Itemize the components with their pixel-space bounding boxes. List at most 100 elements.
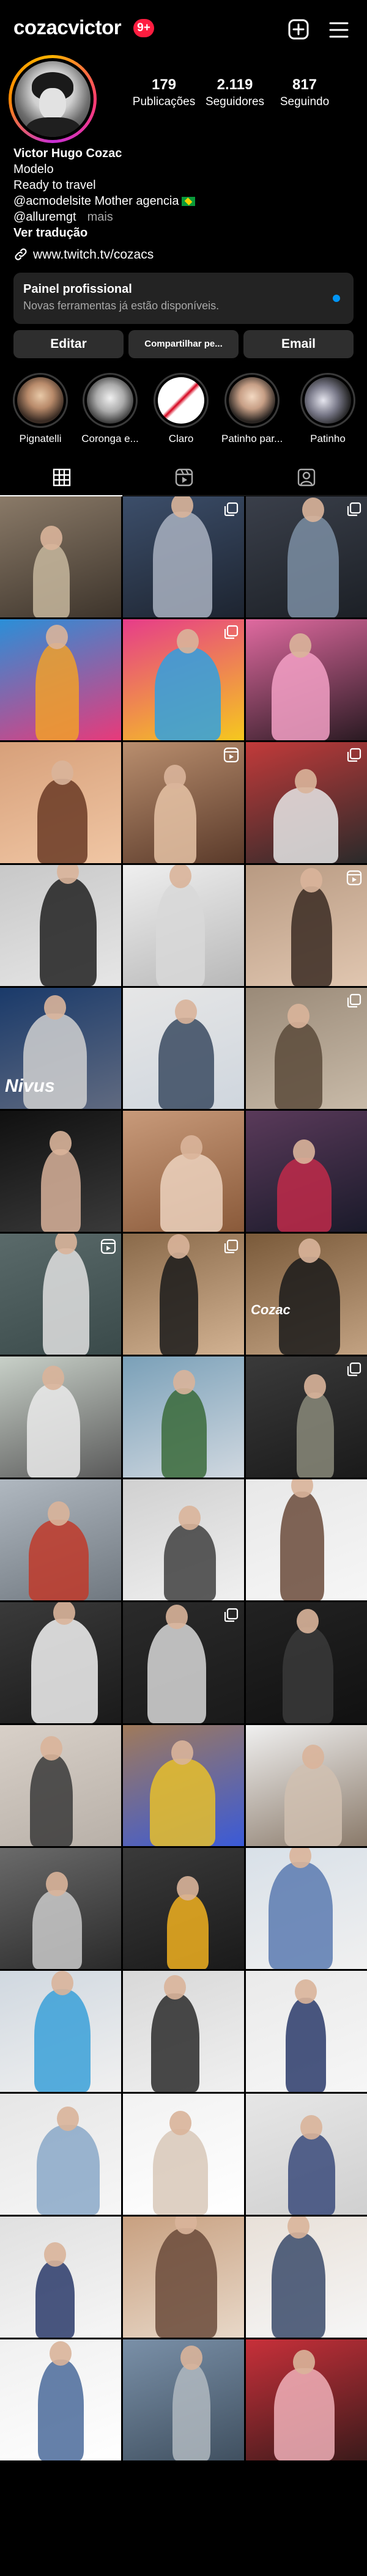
post-subject [147, 1623, 206, 1723]
post-subject-head [180, 2346, 202, 2370]
edit-profile-button[interactable]: Editar [13, 330, 124, 358]
post-thumbnail[interactable] [123, 742, 244, 863]
post-thumbnail[interactable] [0, 2217, 121, 2338]
profile-link[interactable]: www.twitch.tv/cozacs [13, 247, 154, 262]
post-thumbnail[interactable] [0, 619, 121, 740]
bio-mention-mgt[interactable]: @alluremgt [13, 210, 76, 224]
link-icon [15, 248, 27, 260]
post-subject [272, 2232, 325, 2338]
stat-following[interactable]: 817 Seguindo [268, 76, 341, 109]
highlight-item[interactable]: Coronga e... [80, 373, 141, 445]
professional-dashboard[interactable]: Painel profissional Novas ferramentas já… [13, 273, 354, 324]
post-thumbnail[interactable] [0, 1234, 121, 1355]
post-thumbnail[interactable] [123, 1602, 244, 1723]
highlight-item[interactable]: Pignatelli [10, 373, 71, 445]
post-thumbnail[interactable] [123, 1111, 244, 1232]
post-thumbnail[interactable] [246, 1725, 367, 1846]
post-thumbnail[interactable] [246, 1602, 367, 1723]
post-thumbnail[interactable] [246, 2339, 367, 2460]
post-thumbnail[interactable] [0, 1602, 121, 1723]
post-subject-head [289, 633, 311, 658]
post-thumbnail[interactable] [0, 1479, 121, 1600]
post-subject [26, 1384, 80, 1478]
post-thumbnail[interactable] [123, 619, 244, 740]
post-subject [34, 1989, 91, 2092]
post-subject-head [175, 999, 197, 1024]
post-thumbnail[interactable]: Cozac [246, 1234, 367, 1355]
stat-followers[interactable]: 2.119 Seguidores [198, 76, 272, 109]
post-thumbnail[interactable] [246, 865, 367, 986]
post-thumbnail[interactable] [246, 1111, 367, 1232]
stat-posts[interactable]: 179 Publicações [127, 76, 201, 109]
bio: Victor Hugo Cozac Modelo Ready to travel… [13, 145, 356, 241]
profile-tabs [0, 460, 367, 496]
post-thumbnail[interactable] [123, 1479, 244, 1600]
post-thumbnail[interactable] [123, 1848, 244, 1969]
post-thumbnail[interactable] [246, 2217, 367, 2338]
post-thumbnail[interactable] [123, 1971, 244, 2092]
post-thumbnail[interactable] [246, 1356, 367, 1478]
plus-square-icon[interactable] [287, 18, 310, 40]
highlight-label: Patinho par... [221, 433, 283, 444]
post-subject [37, 2360, 84, 2460]
post-thumbnail[interactable] [246, 1971, 367, 2092]
post-subject-head [168, 1234, 190, 1259]
carousel-icon [347, 502, 361, 517]
post-subject-head [179, 1506, 201, 1530]
translate-link[interactable]: Ver tradução [13, 225, 356, 241]
bio-more-link[interactable]: mais [87, 210, 113, 224]
tab-posts-grid[interactable] [0, 460, 122, 496]
post-thumbnail[interactable] [0, 2339, 121, 2460]
post-subject-head [46, 1872, 68, 1896]
post-thumbnail[interactable] [0, 1971, 121, 2092]
post-thumbnail[interactable] [246, 1848, 367, 1969]
tab-reels[interactable] [122, 460, 245, 495]
post-subject-head [300, 868, 322, 892]
post-thumbnail[interactable] [123, 1234, 244, 1355]
post-subject [156, 882, 205, 986]
post-thumbnail[interactable] [123, 2094, 244, 2215]
post-subject-head [300, 2115, 322, 2140]
highlight-item[interactable]: Patinho par... [221, 373, 283, 445]
post-subject [29, 1520, 89, 1600]
share-profile-button[interactable]: Compartilhar pe... [128, 330, 239, 358]
post-subject-head [173, 1370, 195, 1394]
post-thumbnail[interactable] [123, 1725, 244, 1846]
post-thumbnail[interactable] [0, 742, 121, 863]
post-thumbnail[interactable] [0, 1111, 121, 1232]
post-thumbnail[interactable] [123, 2217, 244, 2338]
post-thumbnail[interactable] [246, 619, 367, 740]
post-thumbnail[interactable]: Nivus [0, 988, 121, 1109]
post-thumbnail[interactable] [123, 1356, 244, 1478]
post-thumbnail[interactable] [123, 988, 244, 1109]
post-thumbnail[interactable] [246, 496, 367, 617]
username[interactable]: cozacvictor [13, 16, 122, 39]
post-thumbnail[interactable] [123, 2339, 244, 2460]
post-thumbnail[interactable] [246, 988, 367, 1109]
post-thumbnail[interactable] [0, 865, 121, 986]
post-subject [39, 878, 97, 986]
post-thumbnail[interactable] [246, 742, 367, 863]
post-thumbnail[interactable] [0, 1725, 121, 1846]
notification-badge[interactable]: 9+ [133, 19, 154, 37]
post-subject [280, 1492, 324, 1600]
post-thumbnail[interactable] [0, 2094, 121, 2215]
highlight-item[interactable]: Patinho [291, 373, 365, 445]
post-thumbnail[interactable] [123, 865, 244, 986]
post-thumbnail[interactable] [246, 1479, 367, 1600]
post-thumbnail[interactable] [246, 2094, 367, 2215]
post-subject [154, 783, 196, 863]
post-thumbnail[interactable] [0, 1356, 121, 1478]
post-thumbnail[interactable] [0, 496, 121, 617]
bio-mention-agency[interactable]: @acmodelsite Mother agencia [13, 194, 179, 208]
email-button[interactable]: Email [243, 330, 354, 358]
highlight-cover [158, 377, 204, 424]
tab-tagged[interactable] [245, 460, 367, 495]
highlight-item[interactable]: Claro [150, 373, 212, 445]
hamburger-menu-icon[interactable] [329, 21, 349, 39]
post-subject [167, 1894, 209, 1969]
reel-icon [223, 747, 239, 763]
post-thumbnail[interactable] [0, 1848, 121, 1969]
post-thumbnail[interactable] [123, 496, 244, 617]
profile-avatar[interactable] [9, 55, 97, 143]
